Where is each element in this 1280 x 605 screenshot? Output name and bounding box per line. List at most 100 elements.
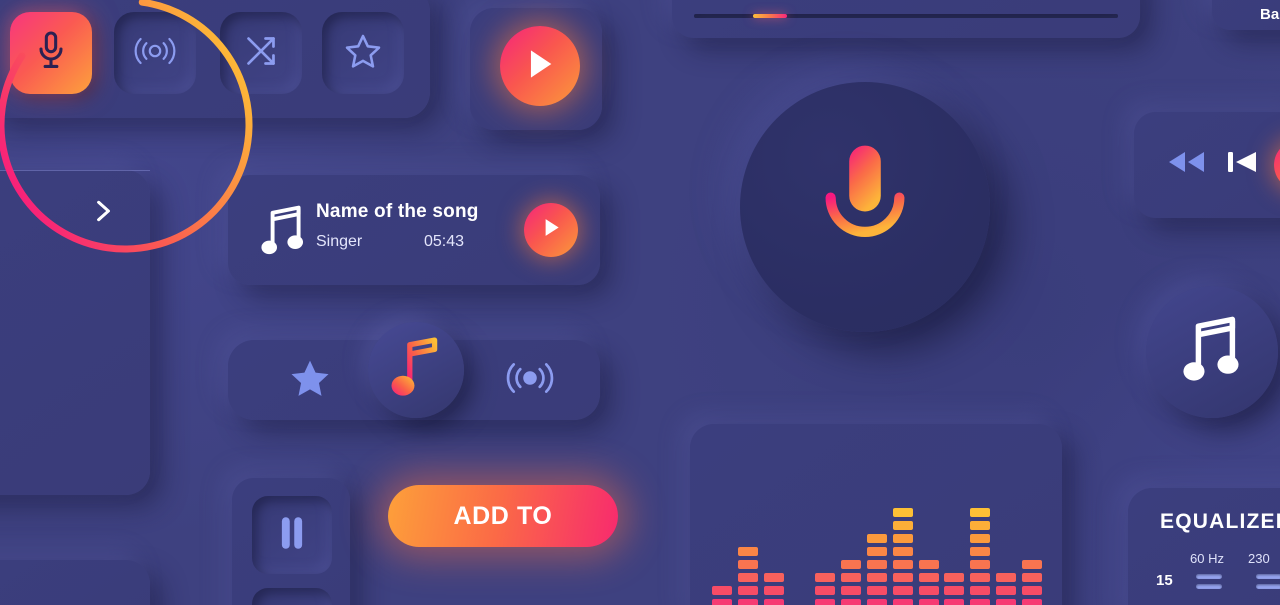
equalizer-slider[interactable]	[1256, 574, 1280, 594]
equalizer-segment	[866, 534, 887, 543]
music-note-icon	[388, 336, 444, 404]
equalizer-segment	[1021, 560, 1042, 569]
equalizer-segment	[737, 547, 758, 556]
equalizer-segment	[970, 547, 991, 556]
transport-panel	[1134, 112, 1280, 218]
equalizer-bar	[892, 508, 913, 605]
equalizer-segment	[892, 573, 913, 582]
equalizer-segment	[970, 573, 991, 582]
equalizer-segment	[944, 586, 965, 595]
equalizer-bar	[918, 560, 939, 605]
equalizer-visualizer	[690, 424, 1062, 605]
slider-notch	[1256, 574, 1280, 579]
equalizer-segment	[866, 586, 887, 595]
song-card: Name of the song Singer 05:43	[228, 175, 600, 285]
equalizer-segment	[866, 599, 887, 605]
equalizer-segment	[815, 586, 836, 595]
transport-play-button[interactable]	[1274, 140, 1280, 190]
equalizer-bar	[712, 586, 732, 605]
equalizer-bar	[970, 508, 991, 605]
mic-dial-ring	[0, 0, 253, 253]
equalizer-bar	[996, 573, 1017, 605]
microphone-icon	[806, 140, 924, 275]
equalizer-segment	[944, 599, 965, 605]
action-favorite-button[interactable]	[288, 358, 332, 402]
slider-notch	[1196, 584, 1222, 589]
equalizer-band-label: 230	[1248, 551, 1270, 566]
equalizer-segment	[866, 573, 887, 582]
add-to-button[interactable]: ADD TO	[388, 485, 618, 547]
previous-track-icon	[1225, 147, 1259, 182]
equalizer-segment	[918, 560, 939, 569]
pause-icon	[278, 515, 306, 556]
progress-track[interactable]	[694, 14, 1118, 18]
equalizer-segment	[712, 599, 732, 605]
equalizer-segment	[866, 547, 887, 556]
equalizer-segment	[763, 573, 784, 582]
equalizer-segment	[944, 573, 965, 582]
equalizer-segment	[866, 560, 887, 569]
pause-button[interactable]	[252, 496, 332, 574]
song-title: Name of the song	[316, 201, 479, 222]
equalizer-segment	[970, 599, 991, 605]
equalizer-bar	[841, 560, 862, 605]
equalizer-segment	[1021, 573, 1042, 582]
equalizer-segment	[918, 586, 939, 595]
equalizer-bars	[712, 454, 1042, 605]
equalizer-segment	[892, 534, 913, 543]
equalizer-segment	[737, 560, 758, 569]
music-note-knob[interactable]	[368, 322, 464, 418]
equalizer-segment	[892, 599, 913, 605]
equalizer-bar	[1021, 560, 1042, 605]
rewind-button[interactable]	[1162, 142, 1210, 186]
star-icon	[344, 33, 382, 74]
equalizer-segment	[892, 521, 913, 530]
equalizer-segment	[892, 547, 913, 556]
song-play-button[interactable]	[524, 203, 578, 257]
equalizer-title: EQUALIZER	[1160, 510, 1280, 533]
equalizer-segment	[996, 599, 1017, 605]
bass-label: Ba	[1260, 6, 1280, 23]
play-icon	[541, 216, 561, 244]
pause-button-secondary[interactable]	[252, 588, 332, 605]
broadcast-icon	[504, 361, 556, 400]
equalizer-segment	[996, 573, 1017, 582]
equalizer-segment	[970, 521, 991, 530]
equalizer-band-label: 60 Hz	[1190, 551, 1224, 566]
song-artist: Singer	[316, 233, 363, 250]
equalizer-segment	[737, 586, 758, 595]
song-duration: 05:43	[424, 233, 465, 250]
progress-panel	[672, 0, 1140, 38]
equalizer-segment	[737, 599, 758, 605]
progress-fill	[753, 14, 788, 18]
equalizer-scale-value: 15	[1156, 572, 1173, 589]
slider-notch	[1196, 574, 1222, 579]
equalizer-segment	[1021, 586, 1042, 595]
pause-panel	[232, 478, 350, 605]
equalizer-bar	[866, 534, 887, 605]
equalizer-segment	[841, 560, 862, 569]
equalizer-segment	[970, 560, 991, 569]
equalizer-segment	[918, 599, 939, 605]
play-button-large[interactable]	[500, 26, 580, 106]
equalizer-segment	[1021, 599, 1042, 605]
equalizer-bar	[763, 573, 784, 605]
toolbar-button-favorite[interactable]	[322, 12, 404, 94]
mic-dial-button[interactable]	[740, 82, 990, 332]
star-filled-icon	[288, 357, 332, 404]
equalizer-slider[interactable]	[1196, 574, 1222, 594]
rewind-icon	[1163, 147, 1209, 182]
equalizer-segment	[815, 573, 836, 582]
equalizer-panel: EQUALIZER 60 Hz 230 15	[1128, 488, 1280, 605]
slider-notch	[1256, 584, 1280, 589]
equalizer-segment	[737, 573, 758, 582]
equalizer-segment	[970, 534, 991, 543]
equalizer-segment	[841, 586, 862, 595]
equalizer-segment	[970, 508, 991, 517]
equalizer-segment	[815, 599, 836, 605]
previous-track-button[interactable]	[1222, 142, 1262, 186]
equalizer-bar	[944, 573, 965, 605]
equalizer-segment	[996, 586, 1017, 595]
action-broadcast-button[interactable]	[506, 358, 554, 402]
music-note-circle-button[interactable]	[1146, 286, 1278, 418]
